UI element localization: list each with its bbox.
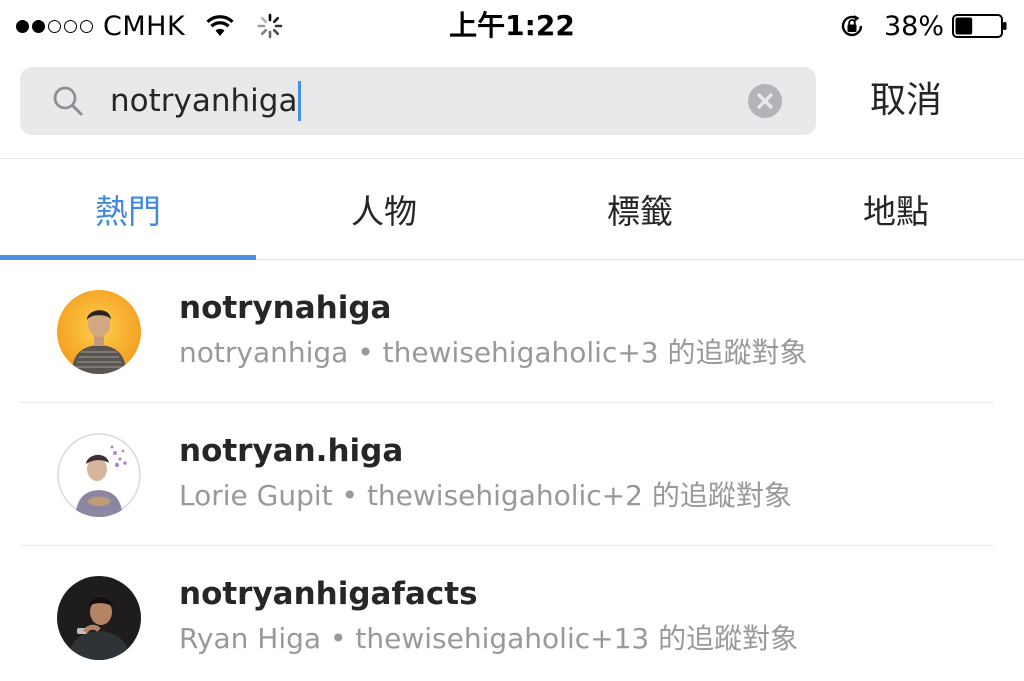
tab-people[interactable]: 人物 xyxy=(256,159,512,259)
result-subtitle: Ryan Higa • thewisehigaholic+13 的追蹤對象 xyxy=(179,622,799,655)
search-results: notrynahiga notryanhiga • thewisehigahol… xyxy=(0,260,1024,681)
avatar xyxy=(57,433,141,517)
result-subtitle: notryanhiga • thewisehigaholic+3 的追蹤對象 xyxy=(179,336,808,369)
search-icon xyxy=(53,86,83,116)
search-input[interactable]: notryanhiga xyxy=(110,79,302,123)
result-row[interactable]: notryanhigafacts Ryan Higa • thewisehiga… xyxy=(0,546,1024,681)
search-tabs: 熱門 人物 標籤 地點 xyxy=(0,158,1024,260)
result-row[interactable]: notryan.higa Lorie Gupit • thewisehigaho… xyxy=(0,403,1024,546)
result-subtitle: Lorie Gupit • thewisehigaholic+2 的追蹤對象 xyxy=(179,479,792,512)
search-field[interactable]: notryanhiga xyxy=(20,67,816,135)
result-username: notrynahiga xyxy=(179,290,392,326)
result-username: notryan.higa xyxy=(179,433,404,469)
tab-tags[interactable]: 標籤 xyxy=(512,159,768,259)
search-query: notryanhiga xyxy=(110,83,298,119)
battery-icon xyxy=(952,14,1007,38)
search-row: notryanhiga 取消 xyxy=(0,54,1024,158)
avatar xyxy=(57,576,141,660)
clear-icon[interactable] xyxy=(748,84,782,118)
result-row[interactable]: notrynahiga notryanhiga • thewisehigahol… xyxy=(0,260,1024,403)
rotation-lock-icon xyxy=(841,15,863,37)
tab-top[interactable]: 熱門 xyxy=(0,159,256,260)
text-caret xyxy=(298,80,302,121)
avatar xyxy=(57,290,141,374)
status-bar: CMHK 上午1:22 38% xyxy=(0,0,1024,54)
result-username: notryanhigafacts xyxy=(179,576,478,612)
battery-percent: 38% xyxy=(883,10,944,42)
tab-places[interactable]: 地點 xyxy=(768,159,1024,259)
cancel-button[interactable]: 取消 xyxy=(870,74,942,128)
